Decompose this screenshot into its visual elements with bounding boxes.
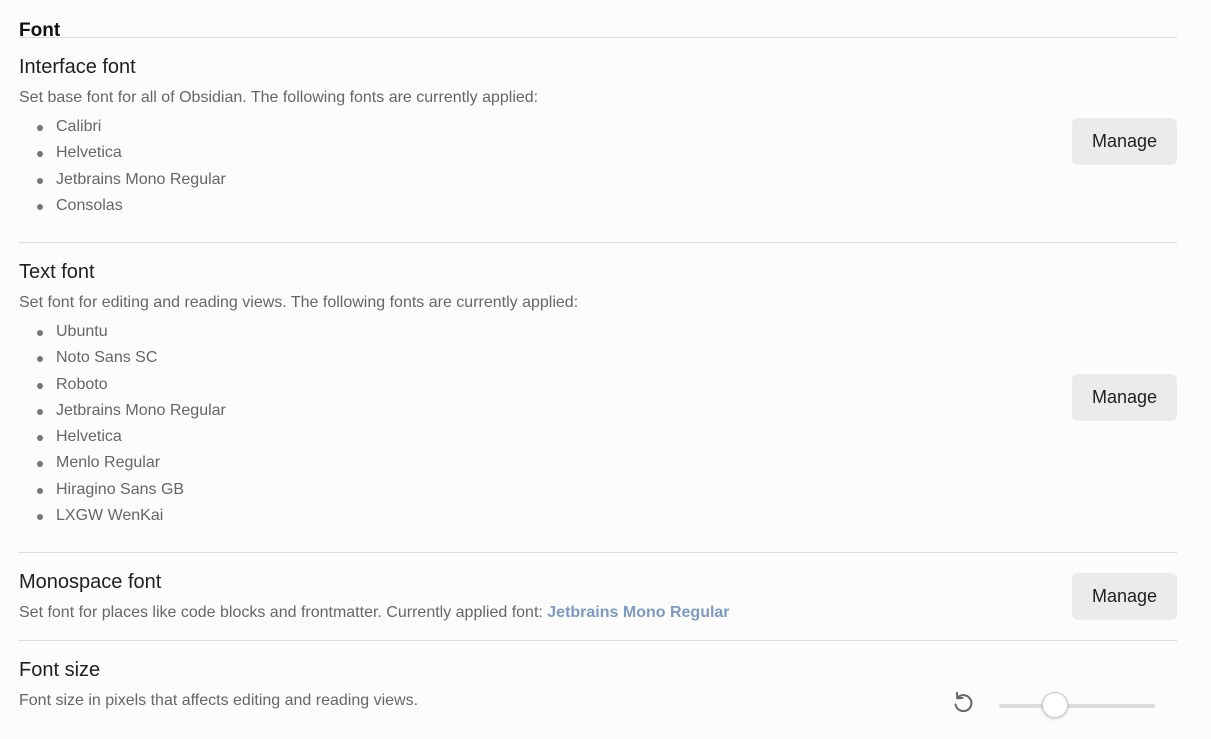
text-font-setting: Text font Set font for editing and readi… <box>19 243 1177 553</box>
monospace-applied-font: Jetbrains Mono Regular <box>547 604 730 621</box>
interface-font-description: Set base font for all of Obsidian. The f… <box>19 89 539 106</box>
text-font-list: Ubuntu Noto Sans SC Roboto Jetbrains Mon… <box>19 319 1177 529</box>
font-size-slider-thumb[interactable] <box>1042 692 1068 718</box>
font-list-item: Helvetica <box>19 140 1177 166</box>
font-list-item: Roboto <box>19 372 1177 398</box>
font-list-item: Hiragino Sans GB <box>19 477 1177 503</box>
monospace-font-description-text: Set font for places like code blocks and… <box>19 604 548 621</box>
font-list-item: Calibri <box>19 114 1177 140</box>
section-heading: Font <box>19 0 1177 41</box>
monospace-font-setting: Monospace font Set font for places like … <box>19 553 1177 641</box>
font-list-item: Ubuntu <box>19 319 1177 345</box>
font-list-item: Jetbrains Mono Regular <box>19 167 1177 193</box>
font-settings-page: Font Interface font Set base font for al… <box>0 0 1211 739</box>
font-list-item: Jetbrains Mono Regular <box>19 398 1177 424</box>
font-size-title: Font size <box>19 659 101 681</box>
text-font-manage-button[interactable]: Manage <box>1072 374 1177 421</box>
font-size-description: Font size in pixels that affects editing… <box>19 692 419 709</box>
font-size-slider[interactable] <box>999 704 1155 708</box>
font-list-item: Helvetica <box>19 424 1177 450</box>
monospace-font-description: Set font for places like code blocks and… <box>19 603 1177 623</box>
font-list-item: Menlo Regular <box>19 450 1177 476</box>
font-list-item: Consolas <box>19 193 1177 219</box>
interface-font-list: Calibri Helvetica Jetbrains Mono Regular… <box>19 114 1177 219</box>
interface-font-title: Interface font <box>19 56 136 78</box>
text-font-title: Text font <box>19 261 95 283</box>
reset-icon[interactable] <box>949 689 977 717</box>
interface-font-manage-button[interactable]: Manage <box>1072 118 1177 165</box>
text-font-description: Set font for editing and reading views. … <box>19 294 579 311</box>
font-list-item: LXGW WenKai <box>19 503 1177 529</box>
monospace-font-title: Monospace font <box>19 571 162 593</box>
interface-font-setting: Interface font Set base font for all of … <box>19 38 1177 243</box>
font-size-setting: Font size Font size in pixels that affec… <box>19 641 1177 721</box>
monospace-font-manage-button[interactable]: Manage <box>1072 573 1177 620</box>
font-list-item: Noto Sans SC <box>19 345 1177 371</box>
